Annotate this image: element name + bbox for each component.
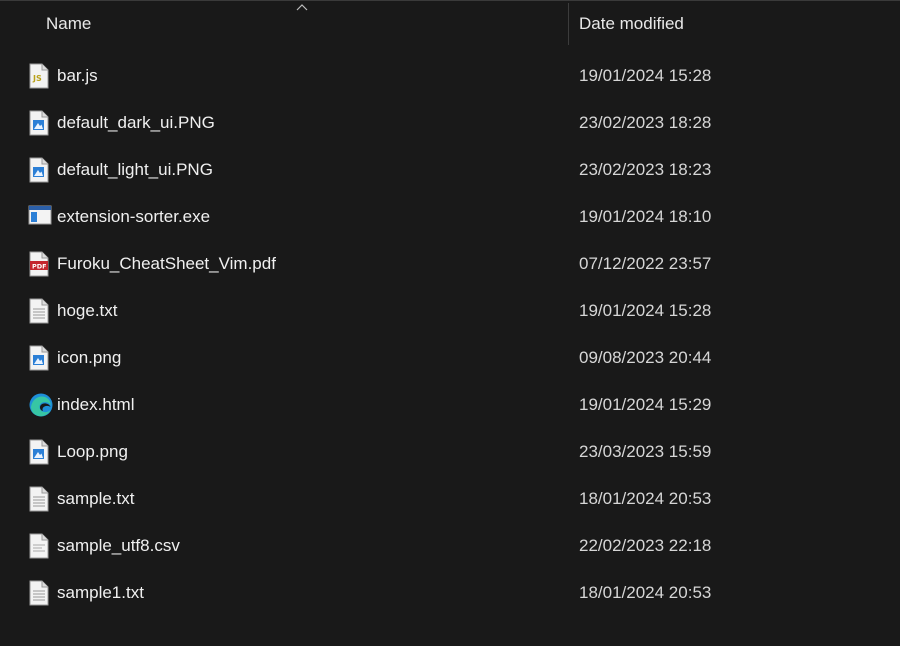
file-name: hoge.txt: [57, 301, 118, 320]
date-modified: 07/12/2022 23:57: [579, 254, 712, 273]
js-file-icon: JS: [28, 63, 50, 89]
image-file-icon: [28, 110, 50, 136]
image-file-icon: [28, 345, 50, 371]
date-modified: 23/02/2023 18:23: [579, 160, 712, 179]
date-modified: 19/01/2024 15:28: [579, 66, 712, 85]
column-header-bar: Name Date modified: [0, 1, 900, 47]
date-modified: 22/02/2023 22:18: [579, 536, 712, 555]
csv-file-icon: [28, 533, 50, 559]
file-name: default_light_ui.PNG: [57, 160, 213, 179]
file-row[interactable]: hoge.txt 19/01/2024 15:28: [0, 288, 900, 335]
file-name: sample_utf8.csv: [57, 536, 180, 555]
text-file-icon: [28, 298, 50, 324]
date-modified: 19/01/2024 18:10: [579, 207, 712, 226]
file-row[interactable]: JS bar.js 19/01/2024 15:28: [0, 53, 900, 100]
file-row[interactable]: icon.png 09/08/2023 20:44: [0, 335, 900, 382]
file-row[interactable]: sample.txt 18/01/2024 20:53: [0, 476, 900, 523]
text-file-icon: [28, 486, 50, 512]
pdf-file-icon: PDF: [28, 251, 50, 277]
date-modified: 19/01/2024 15:29: [579, 395, 712, 414]
file-row[interactable]: Loop.png 23/03/2023 15:59: [0, 429, 900, 476]
date-modified: 23/02/2023 18:28: [579, 113, 712, 132]
file-name: icon.png: [57, 348, 122, 367]
file-name: index.html: [57, 395, 135, 414]
file-explorer-details-view: Name Date modified JS bar.js 19/01/2024 1…: [0, 0, 900, 646]
date-modified: 18/01/2024 20:53: [579, 583, 712, 602]
date-modified: 18/01/2024 20:53: [579, 489, 712, 508]
file-name: extension-sorter.exe: [57, 207, 211, 226]
svg-text:PDF: PDF: [32, 263, 47, 271]
svg-text:JS: JS: [32, 74, 42, 83]
date-modified-column-header[interactable]: Date modified: [579, 1, 684, 45]
file-row[interactable]: PDF Furoku_CheatSheet_Vim.pdf 07/12/2022 …: [0, 241, 900, 288]
file-list: JS bar.js 19/01/2024 15:28 default_dark_u…: [0, 53, 900, 617]
name-column-header[interactable]: Name: [46, 1, 91, 45]
file-row[interactable]: default_dark_ui.PNG 23/02/2023 18:28: [0, 100, 900, 147]
edge-html-icon: [28, 392, 53, 418]
file-row[interactable]: sample_utf8.csv 22/02/2023 22:18: [0, 523, 900, 570]
text-file-icon: [28, 580, 50, 606]
file-name: Loop.png: [57, 442, 128, 461]
column-divider[interactable]: [568, 3, 569, 45]
file-name: sample.txt: [57, 489, 135, 508]
image-file-icon: [28, 157, 50, 183]
date-modified: 09/08/2023 20:44: [579, 348, 712, 367]
image-file-icon: [28, 439, 50, 465]
date-modified: 19/01/2024 15:28: [579, 301, 712, 320]
exe-file-icon: [28, 204, 52, 230]
file-row[interactable]: extension-sorter.exe 19/01/2024 18:10: [0, 194, 900, 241]
sort-ascending-icon: [296, 4, 308, 11]
file-name: default_dark_ui.PNG: [57, 113, 215, 132]
file-row[interactable]: sample1.txt 18/01/2024 20:53: [0, 570, 900, 617]
file-name: Furoku_CheatSheet_Vim.pdf: [57, 254, 276, 273]
file-row[interactable]: default_light_ui.PNG 23/02/2023 18:23: [0, 147, 900, 194]
file-name: sample1.txt: [57, 583, 144, 602]
date-modified: 23/03/2023 15:59: [579, 442, 712, 461]
file-name: bar.js: [57, 66, 98, 85]
file-row[interactable]: index.html 19/01/2024 15:29: [0, 382, 900, 429]
